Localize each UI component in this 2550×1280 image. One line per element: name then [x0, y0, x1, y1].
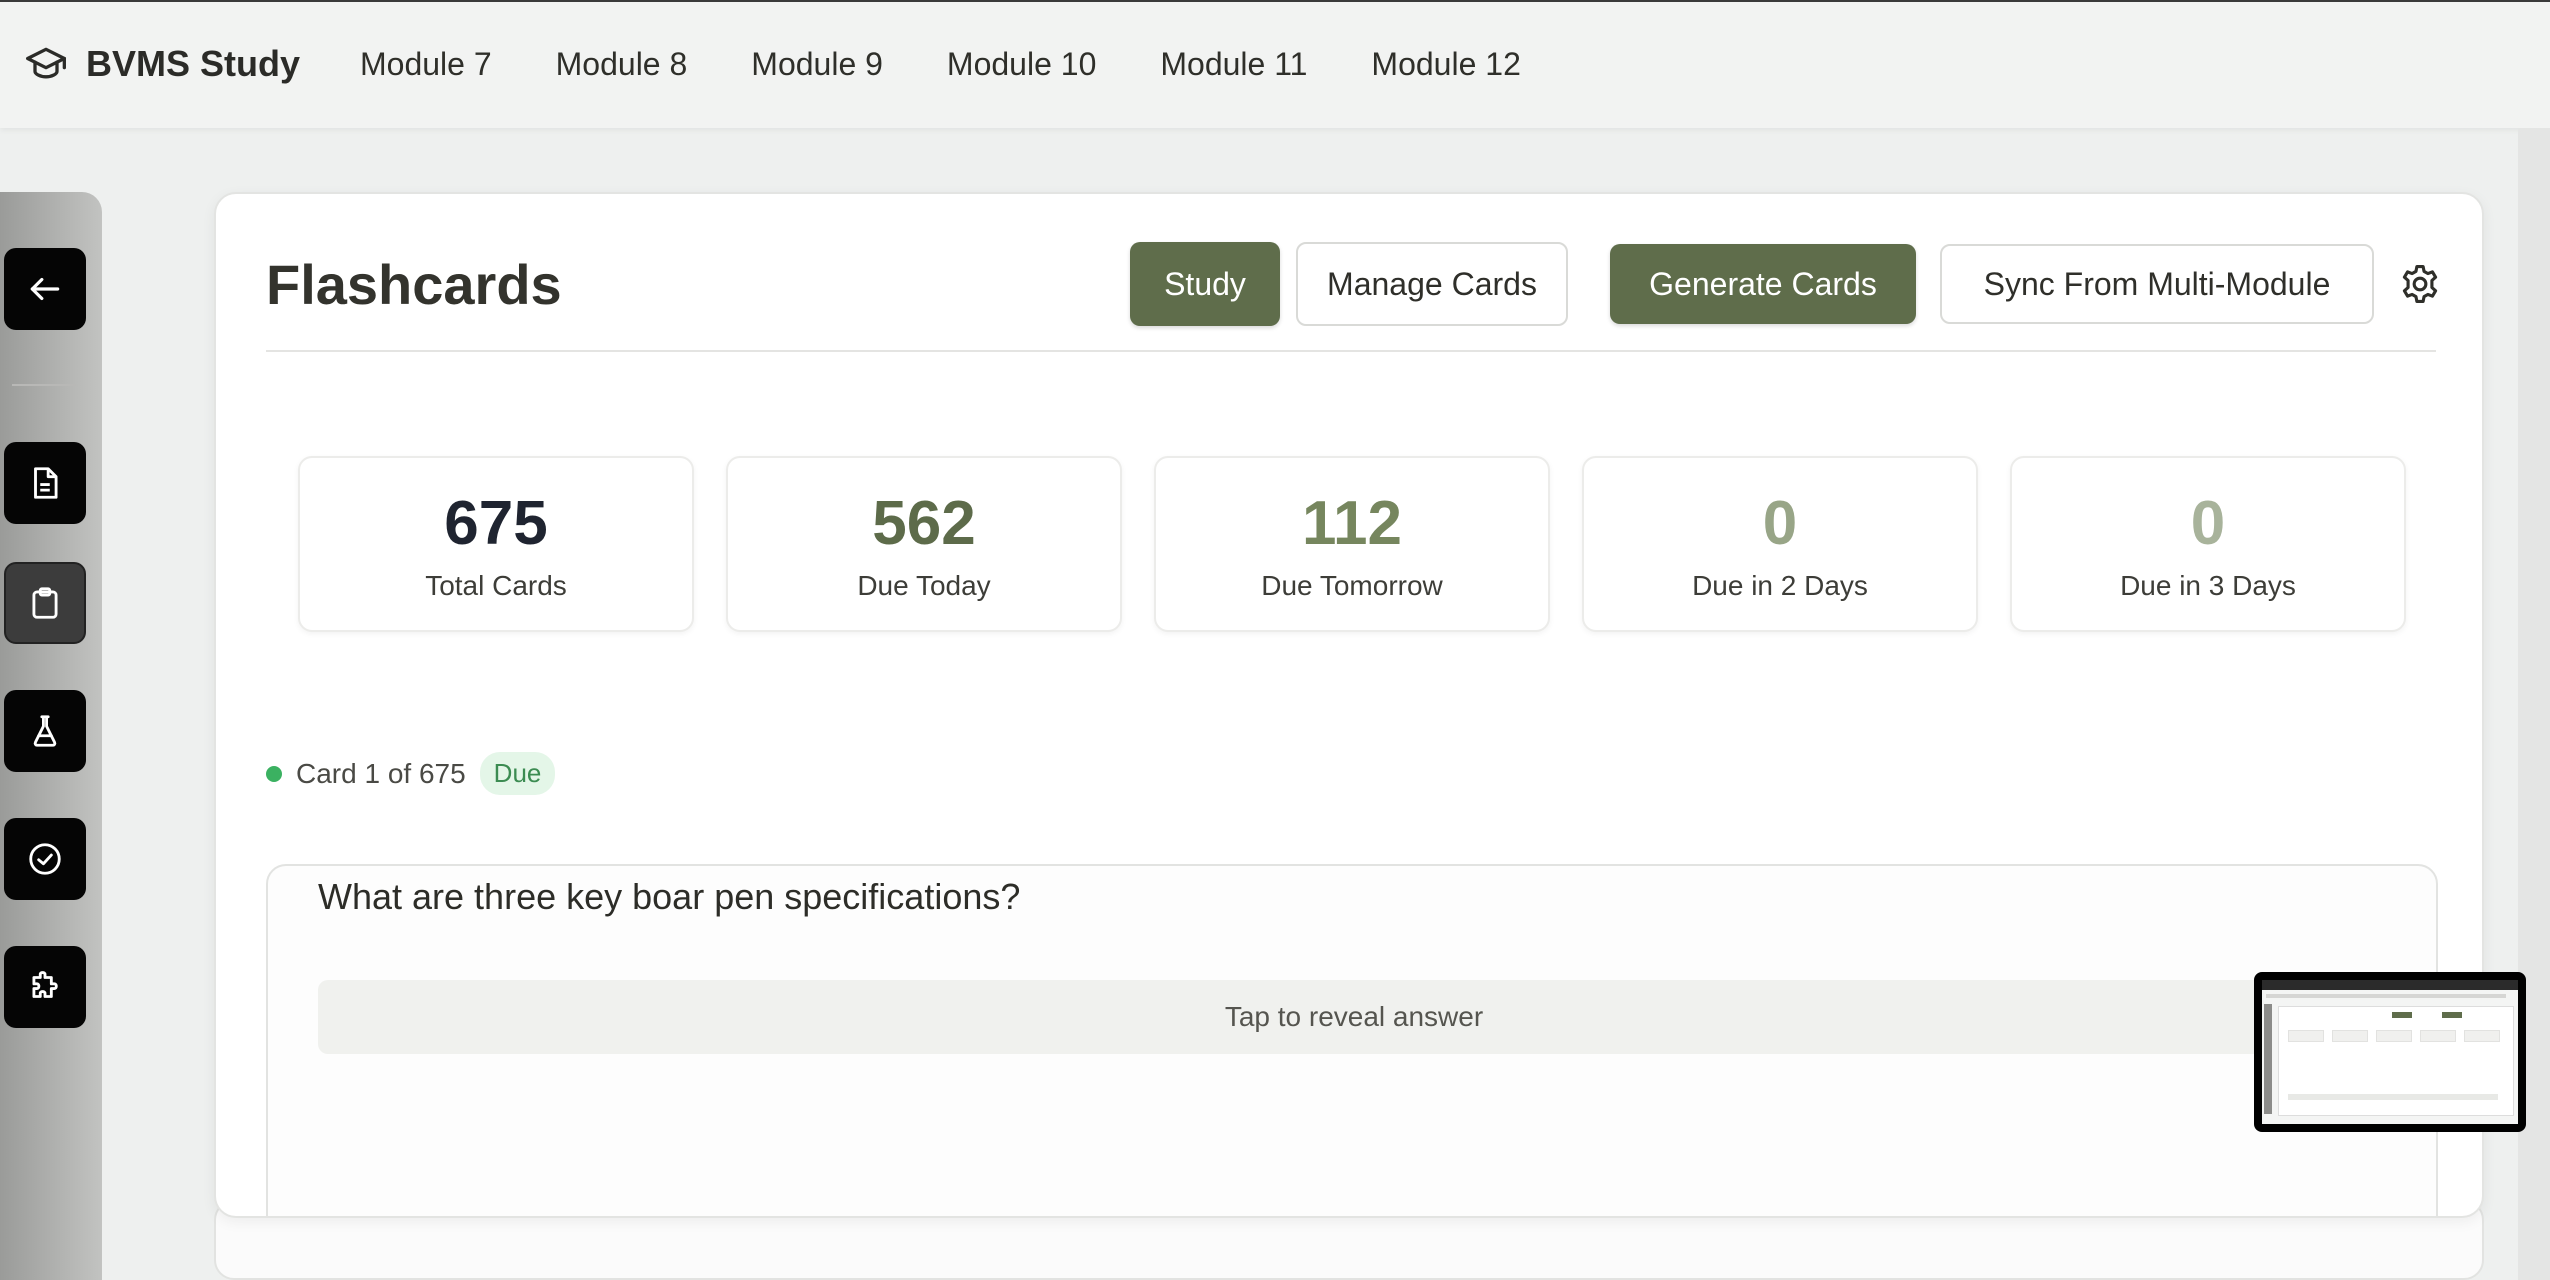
flask-icon	[33, 715, 57, 747]
puzzle-icon	[32, 971, 58, 998]
flashcards-panel: Flashcards Study Manage Cards Generate C…	[214, 192, 2484, 1218]
sidebar-item-lab[interactable]	[4, 690, 86, 772]
stat-label: Due Today	[857, 570, 991, 601]
reveal-answer-button[interactable]: Tap to reveal answer	[318, 980, 2390, 1054]
screen-preview-thumbnail[interactable]	[2254, 972, 2526, 1132]
study-button[interactable]: Study	[1130, 242, 1280, 326]
graduation-cap-icon	[26, 47, 66, 79]
card-status: Card 1 of 675 Due	[266, 752, 556, 795]
arrow-left-icon	[30, 277, 60, 301]
flashcard-question: What are three key boar pen specificatio…	[318, 876, 1021, 917]
top-navigation-bar: BVMS Study Module 7 Module 8 Module 9 Mo…	[0, 0, 2550, 128]
sidebar-item-flashcards[interactable]	[4, 562, 86, 644]
nav-module-8[interactable]: Module 8	[556, 46, 688, 83]
page-title: Flashcards	[266, 253, 562, 316]
thumbnail-button	[2392, 1012, 2412, 1018]
thumbnail-stat	[2464, 1030, 2500, 1042]
stat-label: Due Tomorrow	[1261, 570, 1443, 601]
clipboard-icon	[32, 587, 58, 619]
manage-cards-button[interactable]: Manage Cards	[1296, 242, 1568, 326]
module-nav: Module 7 Module 8 Module 9 Module 10 Mod…	[360, 46, 1521, 83]
sidebar-item-extensions[interactable]	[4, 946, 86, 1028]
sync-from-multi-module-button[interactable]: Sync From Multi-Module	[1940, 244, 2374, 324]
status-dot	[266, 765, 282, 782]
thumbnail-button	[2442, 1012, 2462, 1018]
gear-icon[interactable]	[2398, 262, 2442, 306]
thumbnail-stat	[2376, 1030, 2412, 1042]
status-badge: Due	[479, 752, 556, 795]
nav-module-12[interactable]: Module 12	[1371, 46, 1520, 83]
header-divider	[266, 350, 2436, 352]
stat-due-today: 562 Due Today	[726, 456, 1122, 632]
sidebar-item-quiz[interactable]	[4, 818, 86, 900]
stat-due-in-3-days: 0 Due in 3 Days	[2010, 456, 2406, 632]
generate-cards-button[interactable]: Generate Cards	[1610, 244, 1916, 324]
stat-value: 675	[444, 489, 548, 558]
flashcard[interactable]: What are three key boar pen specificatio…	[266, 864, 2438, 1216]
thumbnail-reveal	[2288, 1094, 2498, 1100]
stat-value: 0	[2190, 489, 2226, 558]
sidebar	[0, 192, 102, 1280]
nav-module-9[interactable]: Module 9	[751, 46, 883, 83]
stat-label: Total Cards	[425, 570, 567, 601]
card-counter: Card 1 of 675	[296, 757, 466, 789]
thumbnail-stat	[2288, 1030, 2324, 1042]
thumbnail-titlebar	[2262, 980, 2518, 990]
thumbnail-nav	[2266, 994, 2506, 998]
thumbnail-sidebar	[2264, 1004, 2272, 1114]
nav-module-10[interactable]: Module 10	[947, 46, 1096, 83]
brand[interactable]: BVMS Study	[24, 42, 300, 86]
stat-value: 562	[872, 489, 976, 558]
nav-module-11[interactable]: Module 11	[1160, 46, 1307, 83]
document-icon	[34, 467, 58, 499]
stat-due-in-2-days: 0 Due in 2 Days	[1582, 456, 1978, 632]
check-circle-icon	[29, 843, 61, 875]
back-button[interactable]	[4, 248, 86, 330]
stat-due-tomorrow: 112 Due Tomorrow	[1154, 456, 1550, 632]
stat-label: Due in 3 Days	[2120, 570, 2296, 601]
stat-total-cards: 675 Total Cards	[298, 456, 694, 632]
stat-value: 0	[1762, 489, 1798, 558]
stat-label: Due in 2 Days	[1692, 570, 1868, 601]
app-name: BVMS Study	[86, 43, 301, 84]
thumbnail-screen	[2262, 980, 2518, 1124]
thumbnail-stat	[2332, 1030, 2368, 1042]
stat-value: 112	[1301, 489, 1403, 558]
sidebar-item-notes[interactable]	[4, 442, 86, 524]
thumbnail-stat	[2420, 1030, 2456, 1042]
sidebar-divider	[12, 384, 76, 386]
nav-module-7[interactable]: Module 7	[360, 46, 492, 83]
